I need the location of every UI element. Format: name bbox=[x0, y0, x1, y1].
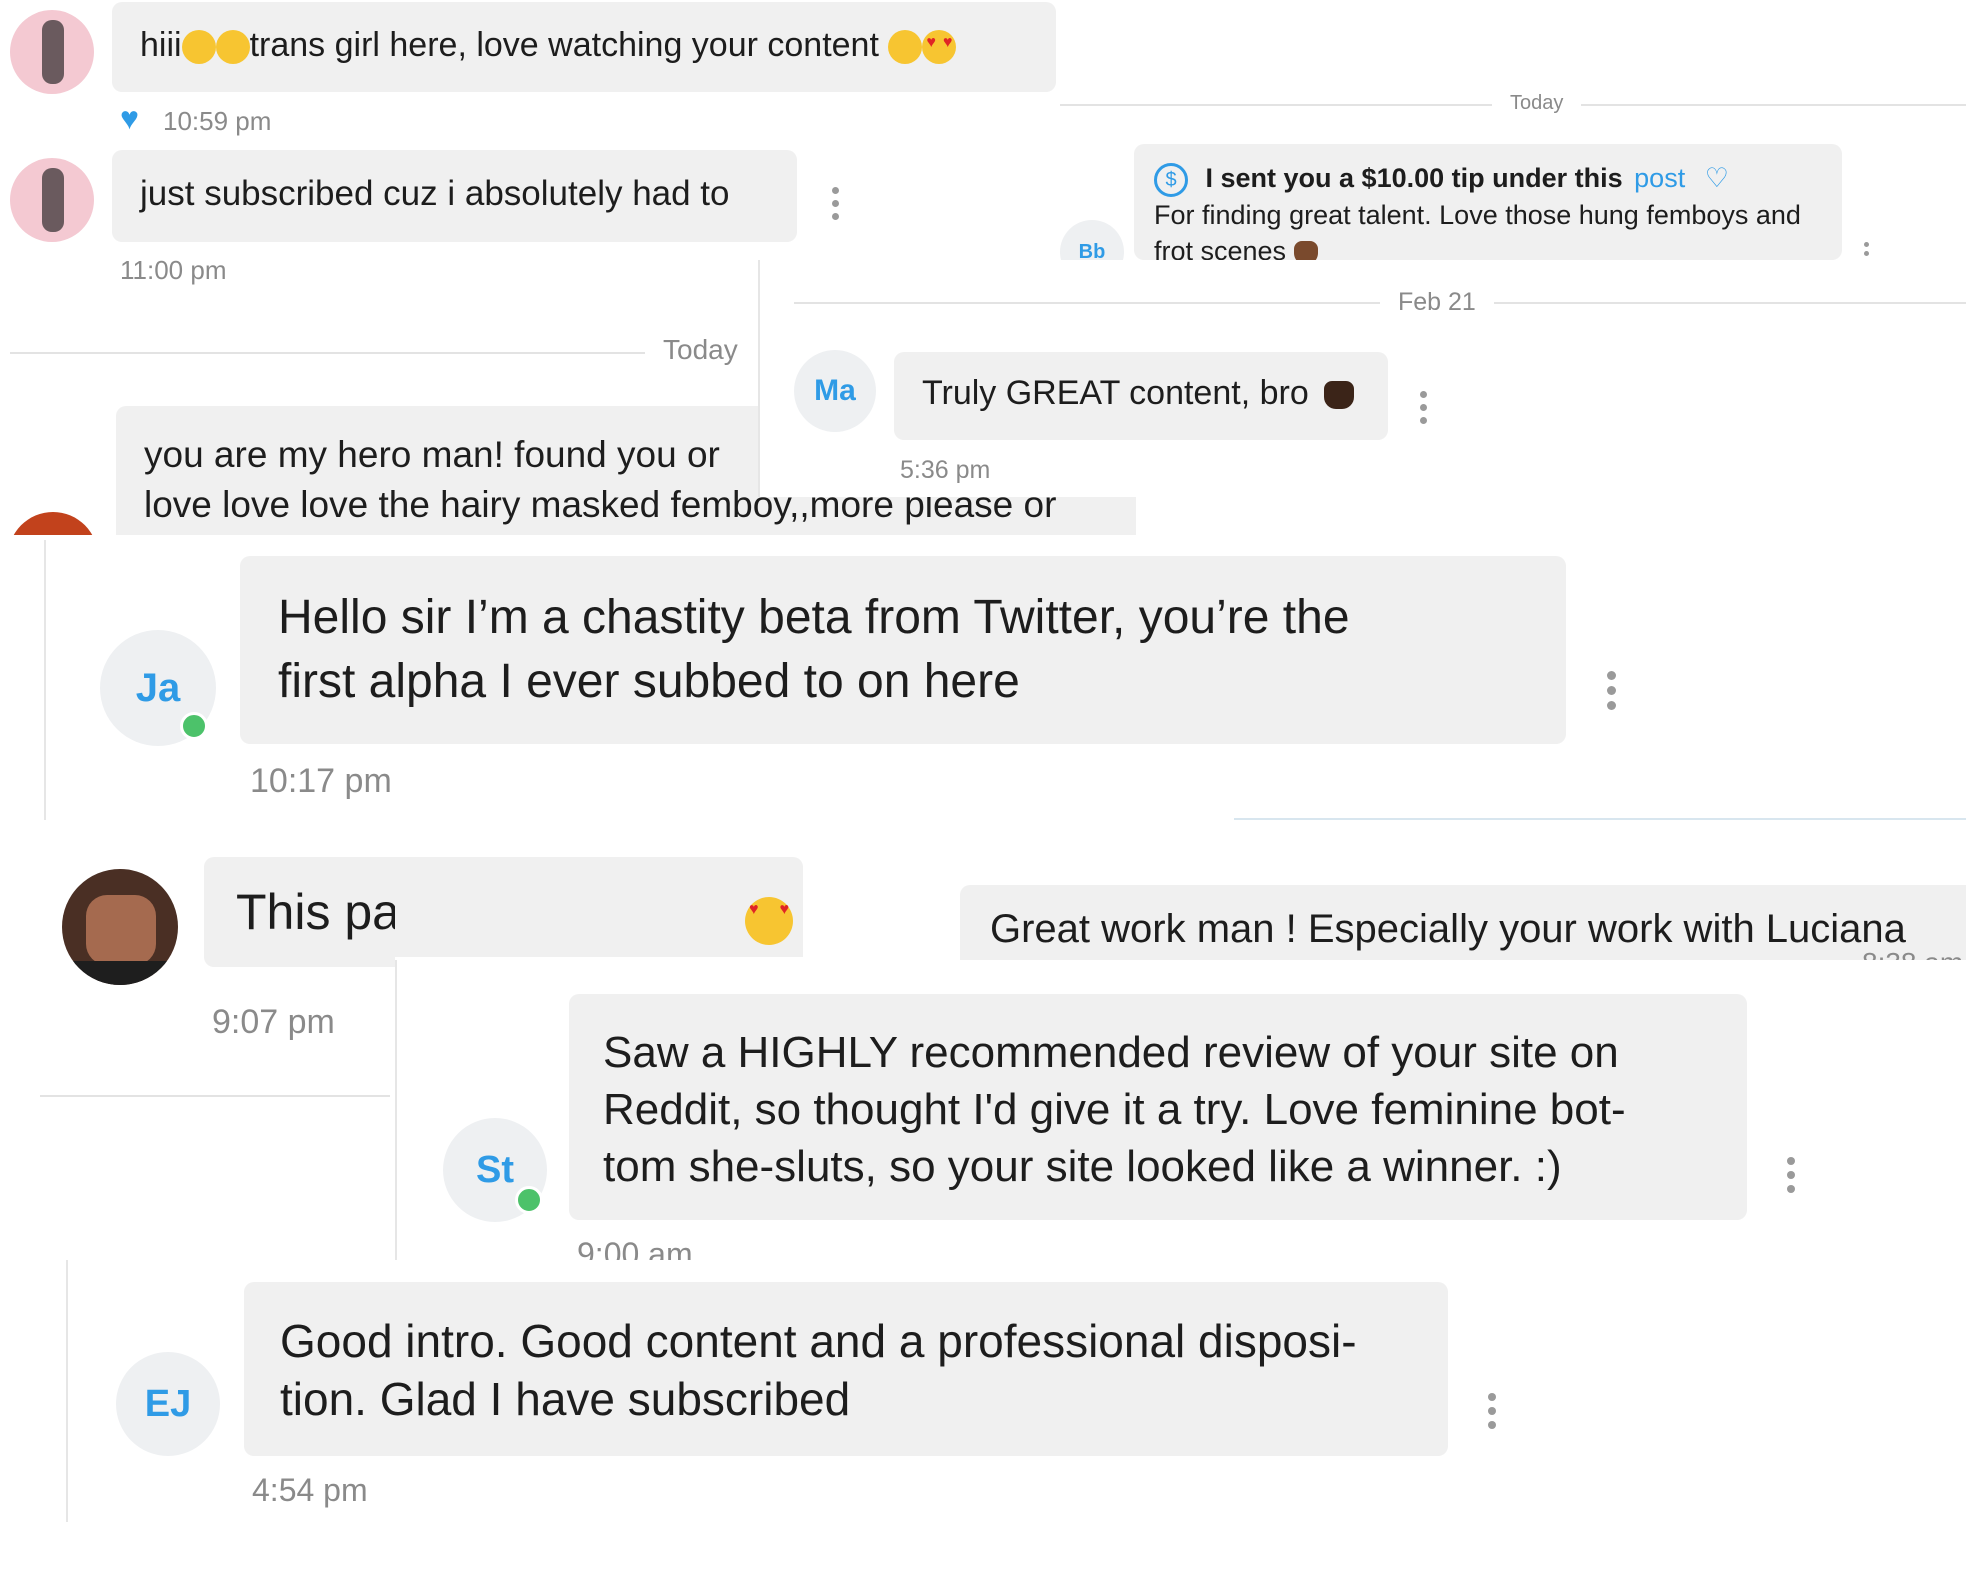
tip-message-bubble: $ I sent you a $10.00 tip under this pos… bbox=[1134, 144, 1842, 260]
fist-emoji bbox=[1293, 240, 1318, 260]
message-text: Truly GREAT content, bro bbox=[922, 374, 1309, 412]
message-text: Saw a HIGHLY recommended review of your … bbox=[603, 1028, 1619, 1077]
message-text: first alpha I ever subbed to on here bbox=[278, 655, 1020, 708]
message-text: This page is beautiful bbox=[236, 884, 395, 940]
chat-panel-ja: Ja Hello sir I’m a chastity beta from Tw… bbox=[44, 540, 1966, 840]
online-status-dot bbox=[515, 1186, 543, 1214]
tip-text: I sent you a $10.00 tip under this bbox=[1205, 163, 1623, 193]
user-avatar[interactable] bbox=[10, 10, 94, 94]
heart-eyes-emoji bbox=[745, 897, 793, 945]
tip-body: For finding great talent. Love those hun… bbox=[1154, 199, 1801, 230]
date-label: Today bbox=[645, 334, 756, 366]
message-time: 8:38 am bbox=[1862, 947, 1963, 960]
message-bubble: Great work man ! Especially your work wi… bbox=[960, 885, 1966, 960]
panel-edge bbox=[395, 960, 397, 1260]
message-time: 10:17 pm bbox=[250, 762, 392, 800]
chat-panel-beautiful: This page is beautiful 9:07 pm bbox=[40, 845, 395, 1115]
chat-panel-ej: EJ Good intro. Good content and a profes… bbox=[66, 1260, 1966, 1572]
emoji-extension bbox=[395, 857, 807, 957]
message-bubble: Saw a HIGHLY recommended review of your … bbox=[569, 994, 1747, 1220]
chat-panel-luciana: Great work man ! Especially your work wi… bbox=[950, 855, 1966, 960]
message-bubble: This page is beautiful bbox=[204, 857, 395, 967]
heart-outline-icon[interactable]: ♡ bbox=[1705, 163, 1729, 193]
message-text: trans girl here, love watching your cont… bbox=[249, 26, 879, 64]
message-text: Reddit, so thought I'd give it a try. Lo… bbox=[603, 1085, 1626, 1134]
panel-separator bbox=[40, 1095, 390, 1097]
user-avatar[interactable] bbox=[62, 869, 178, 985]
message-bubble: just subscribed cuz i absolutely had to bbox=[112, 150, 797, 242]
chat-panel-tip: Today Bb $ I sent you a $10.00 tip under… bbox=[1060, 0, 1966, 260]
message-text: just subscribed cuz i absolutely had to bbox=[140, 174, 730, 213]
message-time: 9:00 am bbox=[577, 1236, 693, 1260]
liked-heart-icon[interactable]: ♥ bbox=[120, 100, 139, 137]
panel-edge bbox=[758, 260, 760, 497]
fist-emoji bbox=[1324, 381, 1355, 410]
message-text: tom she-sluts, so your site looked like … bbox=[603, 1142, 1562, 1191]
message-text: Great work man ! Especially your work wi… bbox=[990, 907, 1906, 951]
user-avatar[interactable] bbox=[10, 158, 94, 242]
message-text: Hello sir I’m a chastity beta from Twitt… bbox=[278, 591, 1350, 644]
more-options-icon[interactable] bbox=[830, 184, 840, 223]
message-bubble: Truly GREAT content, bro bbox=[894, 352, 1388, 440]
chat-panel-ma: Feb 21 Ma Truly GREAT content, bro 5:36 … bbox=[758, 260, 1966, 497]
panel-edge bbox=[44, 540, 46, 820]
message-bubble: hiii trans girl here, love watching your … bbox=[112, 2, 1056, 92]
message-bubble: Hello sir I’m a chastity beta from Twitt… bbox=[240, 556, 1566, 744]
tongue-emoji bbox=[215, 30, 250, 65]
message-time: 11:00 pm bbox=[120, 255, 227, 285]
online-status-dot bbox=[180, 712, 208, 740]
panel-separator bbox=[1234, 818, 1966, 820]
more-options-icon[interactable] bbox=[1487, 1390, 1497, 1432]
message-time: 10:59 pm bbox=[163, 106, 272, 136]
more-options-icon[interactable] bbox=[1786, 1154, 1796, 1196]
post-link[interactable]: post bbox=[1634, 163, 1685, 193]
user-avatar[interactable]: EJ bbox=[116, 1352, 220, 1456]
user-avatar[interactable] bbox=[8, 512, 98, 535]
tip-body: frot scenes bbox=[1154, 235, 1287, 260]
message-time: 9:07 pm bbox=[212, 1003, 335, 1041]
weary-emoji bbox=[888, 30, 923, 65]
message-text: Good intro. Good content and a professio… bbox=[280, 1315, 1357, 1367]
date-divider bbox=[10, 352, 750, 354]
chat-panel-st: St Saw a HIGHLY recommended review of yo… bbox=[395, 960, 1966, 1260]
dollar-icon: $ bbox=[1154, 162, 1188, 197]
more-options-icon[interactable] bbox=[1418, 388, 1428, 427]
message-time: 5:36 pm bbox=[900, 456, 991, 484]
date-label: Today bbox=[1492, 92, 1582, 115]
user-avatar[interactable]: Ma bbox=[794, 350, 876, 432]
message-bubble: Good intro. Good content and a professio… bbox=[244, 1282, 1448, 1456]
message-text: hiii bbox=[140, 26, 182, 64]
more-options-icon[interactable] bbox=[1861, 240, 1871, 260]
more-options-icon[interactable] bbox=[1606, 668, 1616, 713]
message-bubble-continuation bbox=[395, 857, 803, 957]
user-avatar[interactable]: Bb bbox=[1060, 220, 1124, 260]
panel-edge bbox=[66, 1260, 68, 1522]
message-text: tion. Glad I have subscribed bbox=[280, 1373, 851, 1425]
smiling-hearts-emoji bbox=[181, 30, 216, 65]
date-label: Feb 21 bbox=[1380, 288, 1494, 317]
heart-eyes-emoji bbox=[922, 30, 957, 65]
message-time: 4:54 pm bbox=[252, 1472, 368, 1508]
